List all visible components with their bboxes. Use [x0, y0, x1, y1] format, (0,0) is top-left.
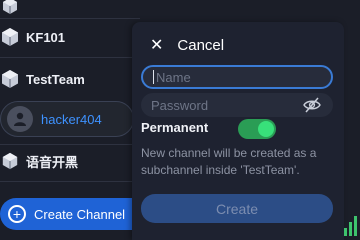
plus-circle-icon: +: [8, 205, 26, 223]
create-channel-label: Create Channel: [34, 206, 126, 222]
avatar: [7, 106, 33, 132]
hint-text: New channel will be created as a subchan…: [141, 146, 317, 177]
channel-label: KF101: [26, 29, 66, 45]
cube-icon: [0, 0, 20, 16]
channel-name-input[interactable]: Name: [141, 65, 333, 89]
channel-row-kf101[interactable]: KF101: [0, 17, 140, 57]
divider: [0, 181, 140, 182]
eye-off-icon[interactable]: [303, 97, 321, 118]
cube-icon: [0, 27, 20, 47]
user-name: hacker404: [41, 111, 102, 127]
toggle-knob: [258, 121, 274, 137]
cancel-button[interactable]: ✕ Cancel: [150, 37, 224, 54]
cube-icon: [0, 151, 20, 171]
audio-level-icon: [344, 214, 360, 236]
cancel-label: Cancel: [177, 37, 225, 54]
password-placeholder: Password: [151, 97, 209, 113]
channel-label: TestTeam: [26, 71, 85, 87]
person-icon: [14, 112, 26, 126]
create-channel-dialog: ✕ Cancel Name Password Permanent New cha…: [132, 22, 344, 240]
name-placeholder: Name: [156, 69, 191, 85]
password-input[interactable]: Password: [141, 93, 333, 117]
channel-label: 语音开黑: [26, 154, 79, 170]
permanent-toggle[interactable]: [238, 119, 276, 139]
close-icon: ✕: [150, 36, 164, 54]
channel-list: KF101 TestTeam hacker404 语音开黑 + Create C…: [0, 0, 140, 240]
cube-icon: [0, 69, 20, 89]
channel-row-testteam[interactable]: TestTeam: [0, 59, 140, 99]
text-caret: [153, 70, 154, 84]
create-button[interactable]: Create: [141, 194, 333, 223]
divider: [0, 57, 140, 58]
create-channel-button[interactable]: + Create Channel: [0, 198, 134, 230]
channel-row-voice[interactable]: 语音开黑: [0, 141, 140, 181]
permanent-label: Permanent: [141, 120, 209, 135]
user-item[interactable]: hacker404: [0, 101, 134, 137]
